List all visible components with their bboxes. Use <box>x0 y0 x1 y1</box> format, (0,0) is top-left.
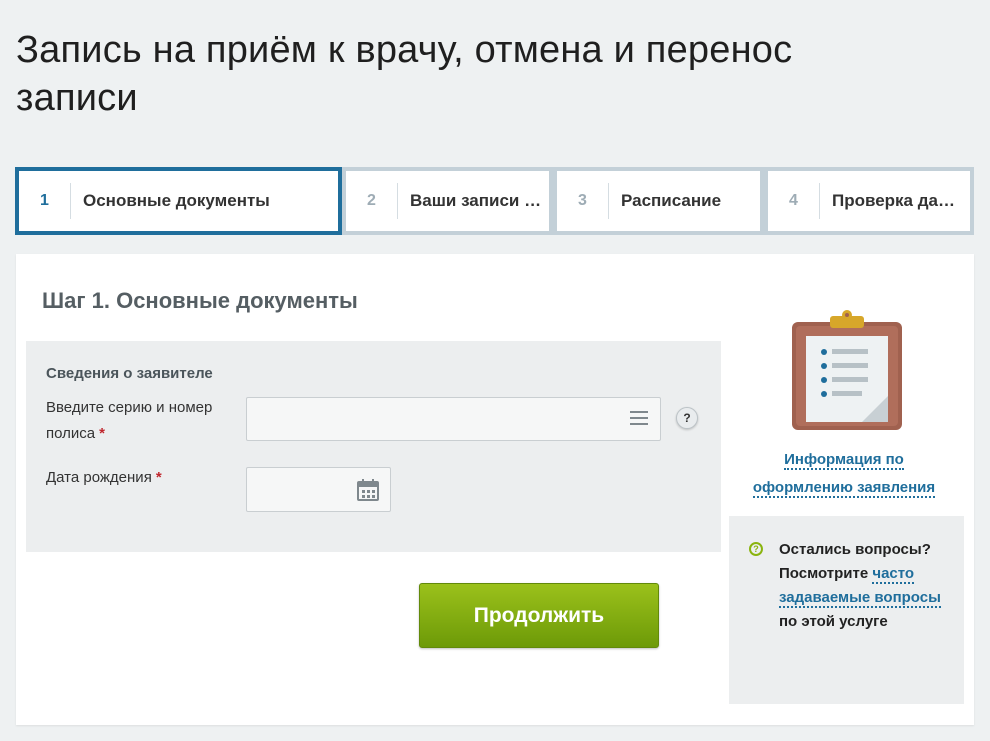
section-title: Сведения о заявителе <box>46 365 213 382</box>
required-mark: * <box>155 469 162 486</box>
birthdate-input[interactable] <box>246 467 391 512</box>
clipboard-icon <box>792 310 902 430</box>
calendar-icon[interactable] <box>357 479 379 501</box>
tab-step-4[interactable]: 4 Проверка дан… <box>764 167 974 235</box>
step-heading: Шаг 1. Основные документы <box>42 288 358 313</box>
step-number: 2 <box>346 183 398 219</box>
step-number: 1 <box>19 183 71 219</box>
step-number: 3 <box>557 183 609 219</box>
page-title: Запись на приём к врачу, отмена и перено… <box>16 29 793 119</box>
policy-number-input[interactable] <box>246 397 661 441</box>
question-icon: ? <box>749 542 763 556</box>
policy-label: Введите серию и номер полиса * <box>46 399 213 442</box>
application-info-link[interactable]: Информация по оформлению заявления <box>744 446 944 502</box>
required-mark: * <box>99 425 105 442</box>
continue-button[interactable]: Продолжить <box>419 583 659 648</box>
help-button[interactable]: ? <box>676 407 698 429</box>
birthdate-label: Дата рождения * <box>46 469 162 486</box>
faq-box: ? Остались вопросы? Посмотрите часто зад… <box>729 516 964 704</box>
step-label: Основные документы <box>83 191 270 210</box>
list-menu-icon[interactable] <box>630 411 648 427</box>
faq-text: Остались вопросы? Посмотрите часто задав… <box>779 541 941 630</box>
form-card: Шаг 1. Основные документы Сведения о зая… <box>16 254 974 725</box>
tab-step-3[interactable]: 3 Расписание <box>553 167 764 235</box>
step-label: Расписание <box>621 191 722 210</box>
step-number: 4 <box>768 183 820 219</box>
stepper: 1 Основные документы 2 Ваши записи … 3 Р… <box>15 167 974 235</box>
tab-step-1[interactable]: 1 Основные документы <box>15 167 342 235</box>
tab-step-2[interactable]: 2 Ваши записи … <box>342 167 553 235</box>
step-label: Проверка дан… <box>832 191 966 210</box>
applicant-panel: Сведения о заявителе Введите серию и ном… <box>26 341 721 552</box>
step-label: Ваши записи … <box>410 191 542 210</box>
